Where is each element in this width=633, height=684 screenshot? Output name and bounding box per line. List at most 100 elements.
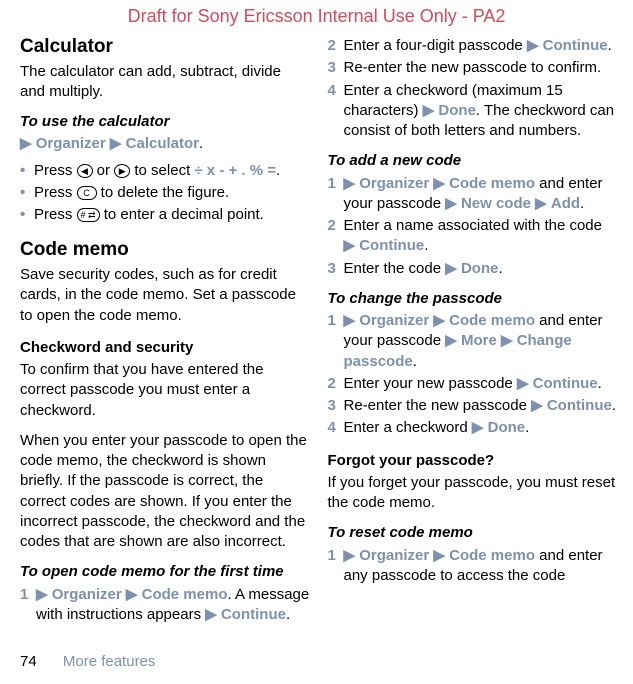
left-column: Calculator The calculator can add, subtr…	[20, 34, 310, 627]
text: Re-enter the new passcode to confirm.	[344, 59, 602, 76]
step-number: 2	[328, 216, 336, 236]
text: .	[608, 37, 612, 54]
checkword-subheading: Checkword and security	[20, 338, 310, 358]
nav-arrow-icon: ▶	[126, 586, 138, 603]
bullet-select-op: Press ◀ or ▶ to select ÷ x - + . % =.	[20, 161, 310, 181]
nav-continue: Continue	[359, 237, 424, 254]
text: to select	[130, 162, 194, 179]
step-number: 4	[328, 418, 336, 438]
nav-arrow-icon: ▶	[433, 175, 445, 192]
step-number: 2	[328, 36, 336, 56]
change-step-1: 1 ▶ Organizer ▶ Code memo and enter your…	[328, 311, 618, 372]
hash-key-icon: # ⇄	[77, 208, 100, 222]
text: Press	[34, 184, 77, 201]
nav-arrow-icon: ▶	[535, 195, 547, 212]
calculator-nav: ▶ Organizer ▶ Calculator.	[20, 134, 310, 154]
nav-organizer: Organizer	[359, 312, 429, 329]
open-memo-subheading: To open code memo for the first time	[20, 562, 310, 582]
nav-done: Done	[488, 419, 526, 436]
nav-arrow-icon: ▶	[527, 37, 539, 54]
nav-arrow-icon: ▶	[36, 586, 48, 603]
text: .	[276, 162, 280, 179]
code-memo-heading: Code memo	[20, 237, 310, 263]
nav-continue: Continue	[221, 606, 286, 623]
step-number: 2	[328, 374, 336, 394]
nav-arrow-icon: ▶	[433, 547, 445, 564]
step-number: 4	[328, 81, 336, 101]
nav-arrow-icon: ▶	[110, 135, 122, 152]
change-passcode-steps: 1 ▶ Organizer ▶ Code memo and enter your…	[328, 311, 618, 439]
nav-done: Done	[438, 102, 476, 119]
step-number: 3	[328, 259, 336, 279]
period: .	[199, 135, 203, 152]
text: .	[525, 419, 529, 436]
add-code-steps: 1 ▶ Organizer ▶ Code memo and enter your…	[328, 174, 618, 279]
text: Enter a name associated with the code	[344, 217, 603, 234]
nav-continue: Continue	[547, 397, 612, 414]
open-step-3: 3 Re-enter the new passcode to confirm.	[328, 58, 618, 78]
checkword-para1: To confirm that you have entered the cor…	[20, 360, 310, 421]
nav-arrow-icon: ▶	[344, 237, 356, 254]
text: .	[580, 195, 584, 212]
checkword-para2: When you enter your passcode to open the…	[20, 431, 310, 553]
add-code-subheading: To add a new code	[328, 151, 618, 171]
nav-code-memo: Code memo	[142, 586, 228, 603]
nav-new-code: New code	[461, 195, 531, 212]
reset-memo-subheading: To reset code memo	[328, 523, 618, 543]
text: .	[286, 606, 290, 623]
nav-organizer: Organizer	[359, 547, 429, 564]
reset-step-1: 1 ▶ Organizer ▶ Code memo and enter any …	[328, 546, 618, 587]
add-step-3: 3 Enter the code ▶ Done.	[328, 259, 618, 279]
right-key-icon: ▶	[114, 164, 130, 178]
open-memo-steps-cont: 2 Enter a four-digit passcode ▶ Continue…	[328, 36, 618, 141]
text: Enter the code	[344, 260, 446, 277]
nav-arrow-icon: ▶	[445, 195, 457, 212]
add-step-2: 2 Enter a name associated with the code …	[328, 216, 618, 257]
nav-arrow-icon: ▶	[423, 102, 435, 119]
nav-continue: Continue	[533, 375, 598, 392]
open-step-1: 1 ▶ Organizer ▶ Code memo. A message wit…	[20, 585, 310, 626]
nav-organizer: Organizer	[52, 586, 122, 603]
calculator-heading: Calculator	[20, 34, 310, 60]
text: Re-enter the new passcode	[344, 397, 532, 414]
nav-arrow-icon: ▶	[205, 606, 217, 623]
nav-continue: Continue	[543, 37, 608, 54]
open-step-2: 2 Enter a four-digit passcode ▶ Continue…	[328, 36, 618, 56]
text: Press	[34, 206, 77, 223]
content-columns: Calculator The calculator can add, subtr…	[20, 34, 617, 627]
text: .	[612, 397, 616, 414]
nav-done: Done	[461, 260, 499, 277]
left-key-icon: ◀	[77, 164, 93, 178]
change-passcode-subheading: To change the passcode	[328, 289, 618, 309]
open-memo-steps: 1 ▶ Organizer ▶ Code memo. A message wit…	[20, 585, 310, 626]
step-number: 3	[328, 396, 336, 416]
text: Enter a checkword	[344, 419, 472, 436]
forgot-passcode-subheading: Forgot your passcode?	[328, 451, 618, 471]
text: Enter your new passcode	[344, 375, 517, 392]
reset-memo-steps: 1 ▶ Organizer ▶ Code memo and enter any …	[328, 546, 618, 587]
open-step-4: 4 Enter a checkword (maximum 15 characte…	[328, 81, 618, 142]
step-number: 3	[328, 58, 336, 78]
text: to enter a decimal point.	[100, 206, 264, 223]
text: .	[498, 260, 502, 277]
nav-arrow-icon: ▶	[344, 312, 356, 329]
nav-arrow-icon: ▶	[531, 397, 543, 414]
code-memo-intro: Save security codes, such as for credit …	[20, 265, 310, 326]
text: .	[598, 375, 602, 392]
text: Press	[34, 162, 77, 179]
nav-arrow-icon: ▶	[344, 547, 356, 564]
text: to delete the figure.	[97, 184, 230, 201]
step-number: 1	[20, 585, 28, 605]
operator-list: ÷ x - + . % =	[194, 162, 276, 179]
nav-calculator: Calculator	[126, 135, 199, 152]
nav-arrow-icon: ▶	[445, 332, 457, 349]
calculator-subheading: To use the calculator	[20, 112, 310, 132]
text: or	[93, 162, 115, 179]
step-number: 1	[328, 174, 336, 194]
step-number: 1	[328, 311, 336, 331]
forgot-passcode-text: If you forget your passcode, you must re…	[328, 473, 618, 514]
nav-arrow-icon: ▶	[517, 375, 529, 392]
bullet-decimal: Press # ⇄ to enter a decimal point.	[20, 205, 310, 225]
watermark-text: Draft for Sony Ericsson Internal Use Onl…	[0, 4, 633, 28]
page-number: 74	[20, 653, 37, 670]
